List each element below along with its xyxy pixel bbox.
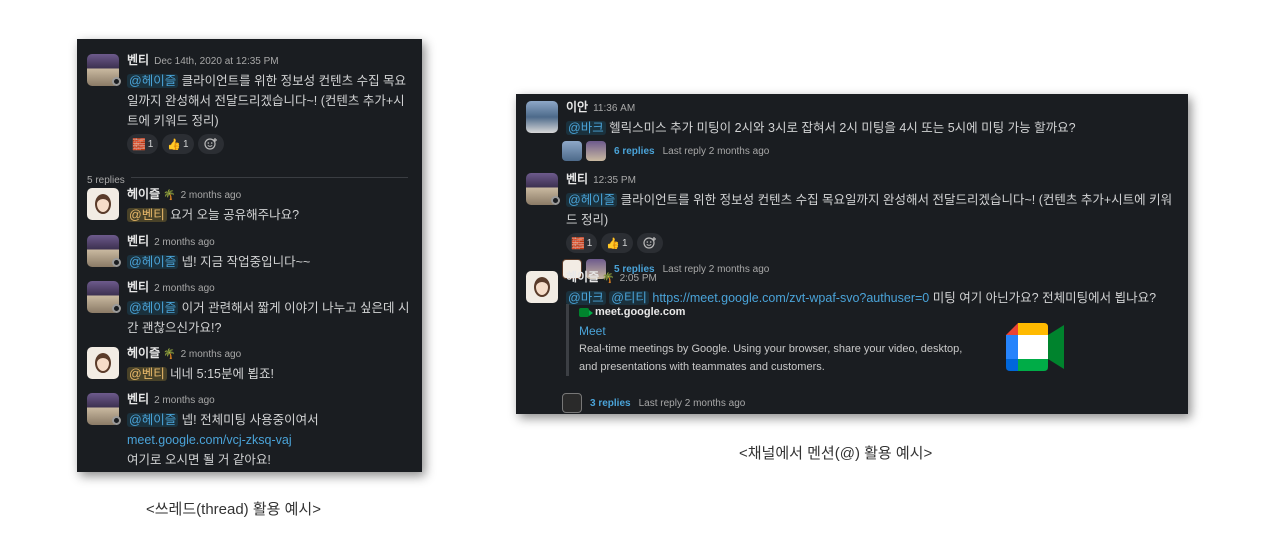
thread-panel: 벤티 Dec 14th, 2020 at 12:35 PM @헤이즐 클라이언트를… xyxy=(77,39,422,472)
palm-tree-status-icon: 🌴 xyxy=(163,349,176,360)
timestamp[interactable]: 2 months ago xyxy=(154,237,215,248)
avatar[interactable] xyxy=(526,101,558,133)
preview-description: Real-time meetings by Google. Using your… xyxy=(579,343,963,373)
google-meet-favicon-icon xyxy=(579,307,593,317)
custom-emoji-icon: 🧱 xyxy=(571,237,585,250)
last-reply-text: Last reply 2 months ago xyxy=(638,397,746,409)
presence-icon xyxy=(112,304,121,313)
reaction-pill[interactable]: 👍 1 xyxy=(601,233,633,253)
mention[interactable]: @헤이즐 xyxy=(566,193,618,207)
sender-name[interactable]: 이안 xyxy=(566,100,588,114)
reaction-count: 1 xyxy=(182,138,189,150)
message-text: 간 괜찮으신가요!? xyxy=(127,321,222,335)
message-text: 미팅 여기 아닌가요? 전체미팅에서 뵙나요? xyxy=(929,291,1157,305)
timestamp[interactable]: 2 months ago xyxy=(181,190,242,201)
thumbs-up-icon: 👍 xyxy=(167,138,181,151)
message-text: 클라이언트를 위한 정보성 컨텐츠 수집 목요일까지 완성해서 전달드리겠습니다… xyxy=(566,193,1173,227)
presence-icon xyxy=(112,258,121,267)
message-text: 요거 오늘 공유해주나요? xyxy=(166,208,300,222)
message-text: 여기로 오시면 될 거 같아요! xyxy=(127,453,271,467)
mention[interactable]: @헤이즐 xyxy=(127,255,179,269)
timestamp[interactable]: 11:36 AM xyxy=(593,103,635,114)
reaction-count: 1 xyxy=(621,237,628,249)
mention[interactable]: @헤이즐 xyxy=(127,413,179,427)
mention[interactable]: @바크 xyxy=(566,121,606,135)
mention[interactable]: @마크 xyxy=(566,291,606,305)
custom-emoji-icon: 🧱 xyxy=(132,138,146,151)
message-text: 넵! 전체미팅 사용중이여서 xyxy=(178,413,319,427)
message-text: 일까지 완성해서 전달드리겠습니다~! (컨텐츠 추가+시 xyxy=(127,94,405,108)
timestamp[interactable]: 2 months ago xyxy=(154,395,215,406)
presence-icon xyxy=(551,196,560,205)
avatar[interactable] xyxy=(526,271,558,303)
reply-avatar xyxy=(586,141,606,161)
message-text: 클라이언트를 위한 정보성 컨텐츠 수집 목요 xyxy=(178,74,407,88)
sender-name[interactable]: 벤티 xyxy=(566,172,588,186)
message-text: 이거 관련해서 짧게 이야기 나누고 싶은데 시 xyxy=(178,301,410,315)
meet-link[interactable]: meet.google.com/vcj-zksq-vaj xyxy=(127,433,292,447)
reaction-count: 1 xyxy=(586,237,593,249)
thread-summary[interactable]: 6 replies Last reply 2 months ago xyxy=(562,141,1180,161)
avatar[interactable] xyxy=(87,347,119,379)
sender-name[interactable]: 헤이즐 xyxy=(127,187,160,201)
palm-tree-status-icon: 🌴 xyxy=(602,273,615,284)
message-text: 트에 키워드 정리) xyxy=(127,114,219,128)
palm-tree-status-icon: 🌴 xyxy=(163,190,176,201)
message-text: 네네 5:15분에 뵙죠! xyxy=(166,367,274,381)
channel-caption: <채널에서 멘션(@) 활용 예시> xyxy=(739,445,933,462)
timestamp[interactable]: 12:35 PM xyxy=(593,175,636,186)
replies-count: 5 replies xyxy=(87,175,131,186)
reply-avatar xyxy=(562,141,582,161)
mention[interactable]: @헤이즐 xyxy=(127,301,179,315)
mention[interactable]: @벤티 xyxy=(127,208,167,222)
avatar[interactable] xyxy=(87,188,119,220)
presence-icon xyxy=(112,77,121,86)
timestamp[interactable]: 2 months ago xyxy=(181,349,242,360)
reaction-pill[interactable]: 👍 1 xyxy=(162,134,194,154)
reaction-pill[interactable]: 🧱 1 xyxy=(127,134,159,154)
sender-name[interactable]: 벤티 xyxy=(127,234,149,248)
reactions: 🧱 1 👍 1 xyxy=(566,233,1180,253)
add-reaction-button[interactable] xyxy=(636,233,663,253)
timestamp[interactable]: 2:05 PM xyxy=(620,273,657,284)
channel-panel: 이안 11:36 AM @바크 헬릭스미스 추가 미팅이 2시와 3시로 잡혀서 … xyxy=(516,94,1188,414)
sender-name[interactable]: 벤티 xyxy=(127,392,149,406)
reply-count-link[interactable]: 6 replies xyxy=(614,146,655,157)
preview-site: meet.google.com xyxy=(595,306,686,318)
thread-summary[interactable]: 3 replies Last reply 2 months ago xyxy=(562,393,1180,413)
reaction-count: 1 xyxy=(147,138,154,150)
presence-icon xyxy=(112,416,121,425)
google-meet-logo-icon xyxy=(1006,323,1064,371)
reactions: 🧱 1 👍 1 xyxy=(127,134,414,154)
timestamp[interactable]: 2 months ago xyxy=(154,283,215,294)
sender-name[interactable]: 헤이즐 xyxy=(566,270,599,284)
sender-name[interactable]: 벤티 xyxy=(127,53,149,67)
sender-name[interactable]: 벤티 xyxy=(127,280,149,294)
mention[interactable]: @헤이즐 xyxy=(127,74,179,88)
replies-divider: 5 replies xyxy=(87,170,408,186)
reaction-pill[interactable]: 🧱 1 xyxy=(566,233,598,253)
message-text: 헬릭스미스 추가 미팅이 2시와 3시로 잡혀서 2시 미팅을 4시 또는 5시… xyxy=(605,121,1076,135)
meet-link[interactable]: https://meet.google.com/zvt-wpaf-svo?aut… xyxy=(652,291,929,305)
thumbs-up-icon: 👍 xyxy=(606,237,620,250)
add-reaction-button[interactable] xyxy=(197,134,224,154)
sender-name[interactable]: 헤이즐 xyxy=(127,346,160,360)
reply-count-link[interactable]: 3 replies xyxy=(590,398,631,409)
last-reply-text: Last reply 2 months ago xyxy=(662,145,770,157)
mention[interactable]: @티티 xyxy=(609,291,649,305)
thread-summary-row: 3 replies Last reply 2 months ago xyxy=(526,390,1180,413)
thread-caption: <쓰레드(thread) 활용 예시> xyxy=(146,501,321,518)
message-text: 넵! 지금 작업중입니다~~ xyxy=(178,255,311,269)
timestamp[interactable]: Dec 14th, 2020 at 12:35 PM xyxy=(154,56,279,67)
mention[interactable]: @벤티 xyxy=(127,367,167,381)
add-emoji-icon xyxy=(203,138,217,150)
reply-avatar xyxy=(562,393,582,413)
add-emoji-icon xyxy=(642,237,656,249)
